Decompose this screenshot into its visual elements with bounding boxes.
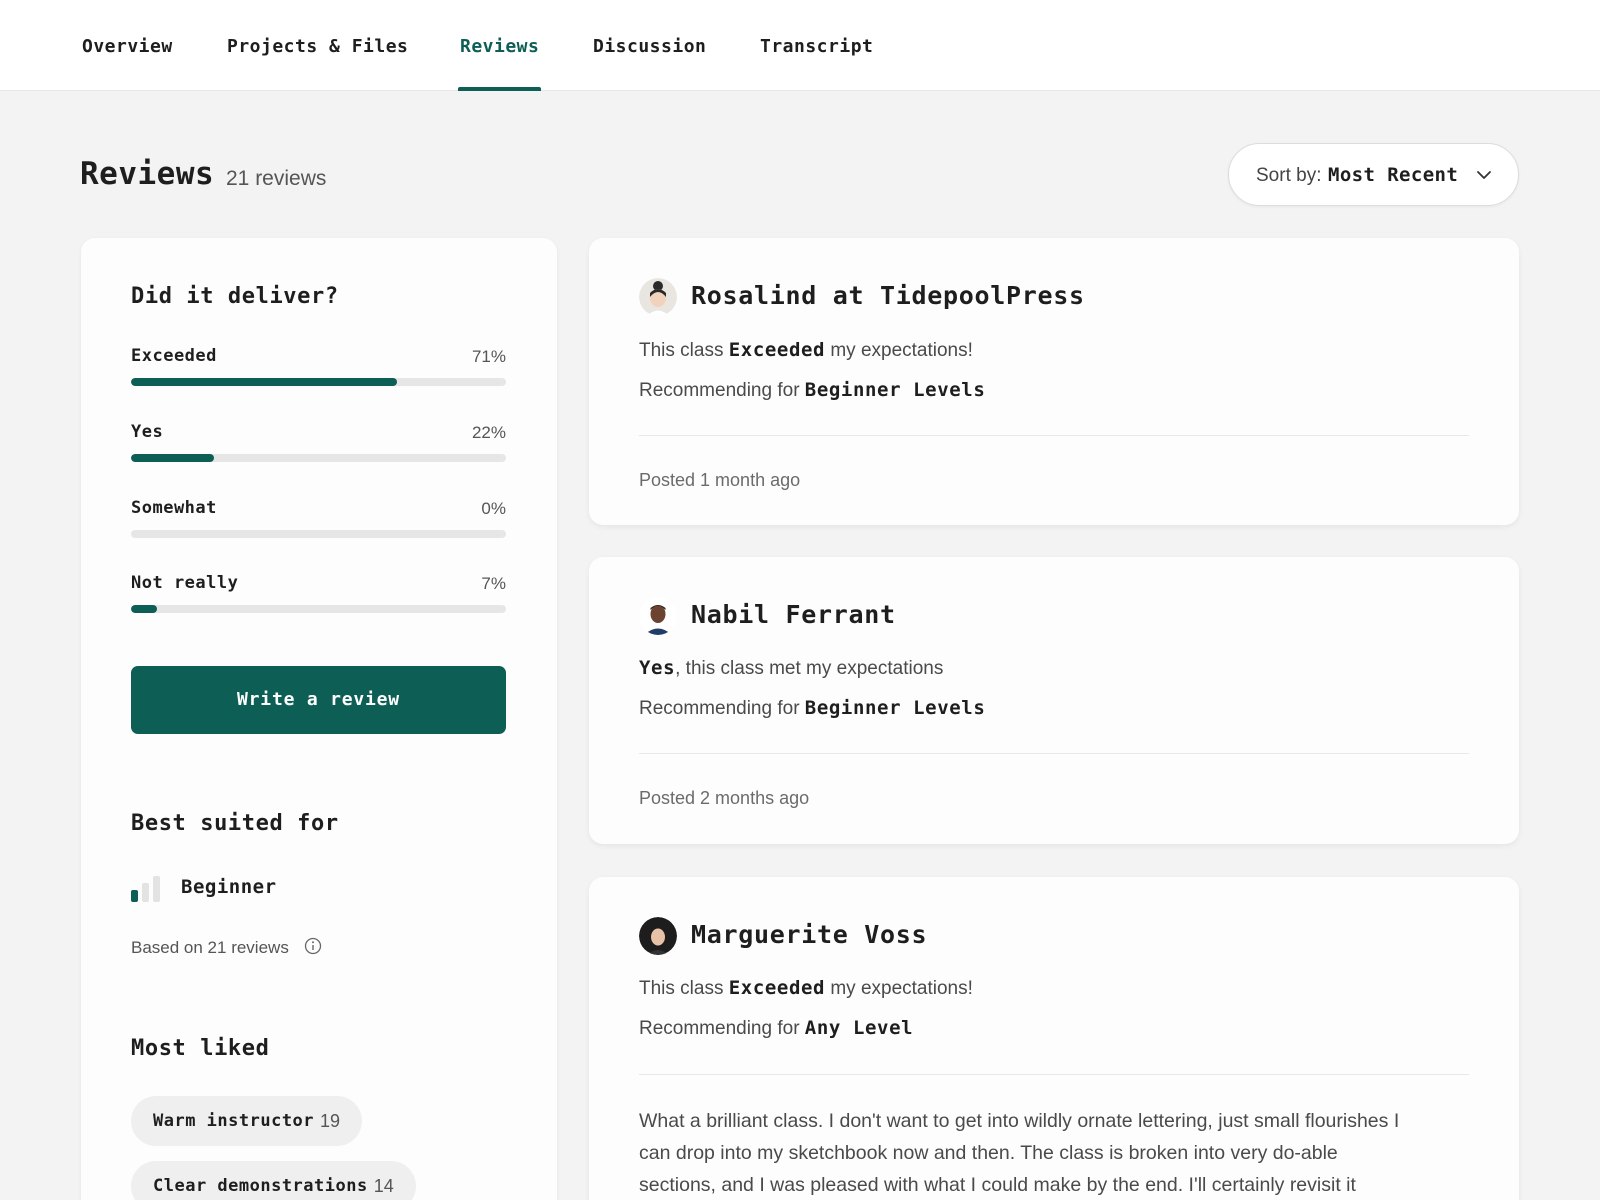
active-tab-indicator: [458, 87, 541, 91]
based-on-text: Based on 21 reviews: [131, 938, 289, 957]
avatar: [639, 597, 677, 635]
level-bars-icon: [131, 876, 160, 902]
recommendation-line: Recommending for Any Level: [639, 1017, 914, 1039]
sort-value: Most Recent: [1328, 164, 1459, 186]
chevron-down-icon: [1477, 171, 1491, 179]
tab-overview[interactable]: Overview: [82, 36, 173, 57]
divider: [639, 753, 1469, 754]
deliver-heading: Did it deliver?: [131, 284, 339, 309]
rating-label: Exceeded: [131, 346, 217, 366]
rating-percent: 7%: [481, 574, 506, 593]
reviewer-name: Marguerite Voss: [691, 920, 928, 949]
tab-transcript[interactable]: Transcript: [760, 36, 873, 57]
review-card: Nabil Ferrant Yes, this class met my exp…: [589, 557, 1519, 844]
rating-percent: 71%: [471, 347, 506, 366]
expectation-line: This class Exceeded my expectations!: [639, 977, 973, 999]
posted-date: Posted 1 month ago: [639, 470, 801, 490]
rating-bar-fill: [131, 605, 158, 613]
rating-label: Yes: [131, 422, 164, 442]
page-title: Reviews: [80, 156, 215, 192]
review-count: 21 reviews: [226, 167, 327, 190]
chip-count: 14: [373, 1175, 394, 1196]
sort-label: Sort by:: [1256, 165, 1322, 186]
liked-chip[interactable]: Warm instructor 19: [131, 1096, 363, 1146]
rating-bar: [131, 530, 506, 538]
avatar: [639, 278, 677, 316]
chip-label: Warm instructor: [153, 1111, 315, 1131]
divider: [639, 1074, 1469, 1075]
write-review-button[interactable]: Write a review: [131, 666, 506, 734]
rating-percent: 22%: [471, 423, 506, 442]
rating-label: Somewhat: [131, 498, 217, 518]
recommendation-line: Recommending for Beginner Levels: [639, 379, 986, 401]
avatar: [639, 917, 677, 955]
rating-bar: [131, 378, 506, 386]
rating-bar-fill: [131, 454, 214, 462]
chip-label: Clear demonstrations: [153, 1176, 368, 1196]
tab-projects-files[interactable]: Projects & Files: [227, 36, 408, 57]
most-liked-heading: Most liked: [131, 1036, 270, 1061]
divider: [639, 435, 1469, 436]
review-card: Marguerite Voss This class Exceeded my e…: [589, 877, 1519, 1200]
reviewer-name: Rosalind at TidepoolPress: [691, 281, 1085, 310]
sort-dropdown[interactable]: Sort by: Most Recent: [1228, 143, 1519, 206]
level-label: Beginner: [181, 876, 277, 898]
tab-reviews[interactable]: Reviews: [460, 36, 539, 57]
liked-chip[interactable]: Clear demonstrations 14: [131, 1161, 416, 1200]
expectation-line: This class Exceeded my expectations!: [639, 339, 973, 361]
rating-bar: [131, 605, 506, 613]
top-nav: Overview Projects & Files Reviews Discus…: [0, 0, 1600, 91]
review-card: Rosalind at TidepoolPress This class Exc…: [589, 238, 1519, 525]
recommendation-line: Recommending for Beginner Levels: [639, 697, 986, 719]
posted-date: Posted 2 months ago: [639, 788, 810, 808]
review-text: What a brilliant class. I don't want to …: [639, 1110, 1400, 1196]
expectation-line: Yes, this class met my expectations: [639, 657, 944, 679]
best-suited-heading: Best suited for: [131, 811, 339, 836]
rating-bar-fill: [131, 378, 398, 386]
rating-percent: 0%: [481, 499, 506, 518]
chip-count: 19: [320, 1110, 341, 1131]
info-icon[interactable]: [304, 937, 322, 955]
rating-label: Not really: [131, 573, 239, 593]
tab-discussion[interactable]: Discussion: [593, 36, 706, 57]
reviews-summary-panel: Did it deliver? Exceeded 71% Yes 22% Som…: [81, 238, 557, 1200]
rating-bar: [131, 454, 506, 462]
reviewer-name: Nabil Ferrant: [691, 600, 896, 629]
